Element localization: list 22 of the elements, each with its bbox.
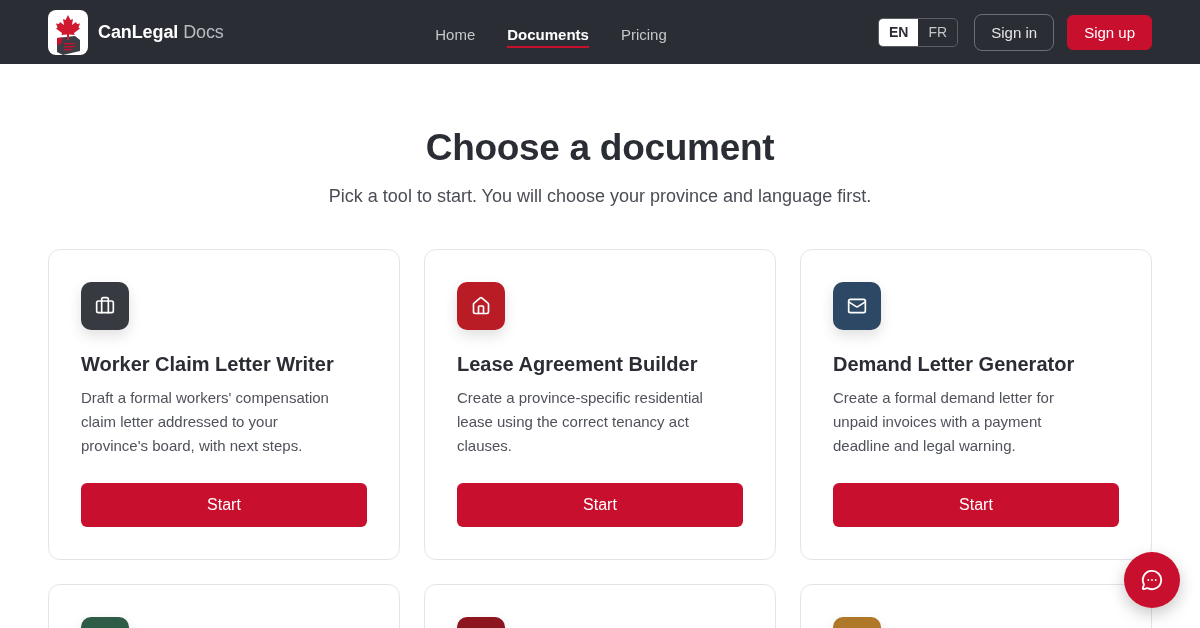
card-description: Create a province-specific residential lease using the correct tenancy act clauses.	[457, 388, 704, 456]
start-button[interactable]: Start	[457, 483, 743, 527]
sign-up-button[interactable]: Sign up	[1067, 14, 1152, 50]
language-option[interactable]: FR	[918, 18, 958, 46]
start-button[interactable]: Start	[833, 483, 1119, 527]
chat-button[interactable]	[1124, 552, 1180, 608]
card-description: Draft a formal workers' compensation claim letter addressed to your province's board, with next steps.	[81, 388, 330, 456]
nav-link[interactable]: Documents	[507, 22, 589, 48]
language-option[interactable]: EN	[879, 18, 919, 46]
card-title: Demand Letter Generator	[833, 352, 1076, 377]
sign-in-button[interactable]: Sign in	[974, 13, 1055, 51]
card-description: Create a formal demand letter for unpaid invoices with a payment deadline and legal warning.	[833, 388, 1055, 456]
maple-leaf-logo-icon	[48, 9, 88, 55]
nav-link[interactable]: Pricing	[620, 22, 667, 48]
page-title: Choose a document	[425, 126, 775, 170]
chat-bubble-icon	[1141, 569, 1163, 591]
card-title: Lease Agreement Builder	[457, 352, 699, 377]
page-subtitle: Pick a tool to start. You will choose your province and language first.	[328, 185, 872, 208]
start-button[interactable]: Start	[81, 483, 367, 527]
card-title: Worker Claim Letter Writer	[81, 352, 335, 377]
nav-link[interactable]: Home	[435, 22, 476, 48]
brand-name[interactable]: CanLegal Docs	[98, 21, 224, 43]
